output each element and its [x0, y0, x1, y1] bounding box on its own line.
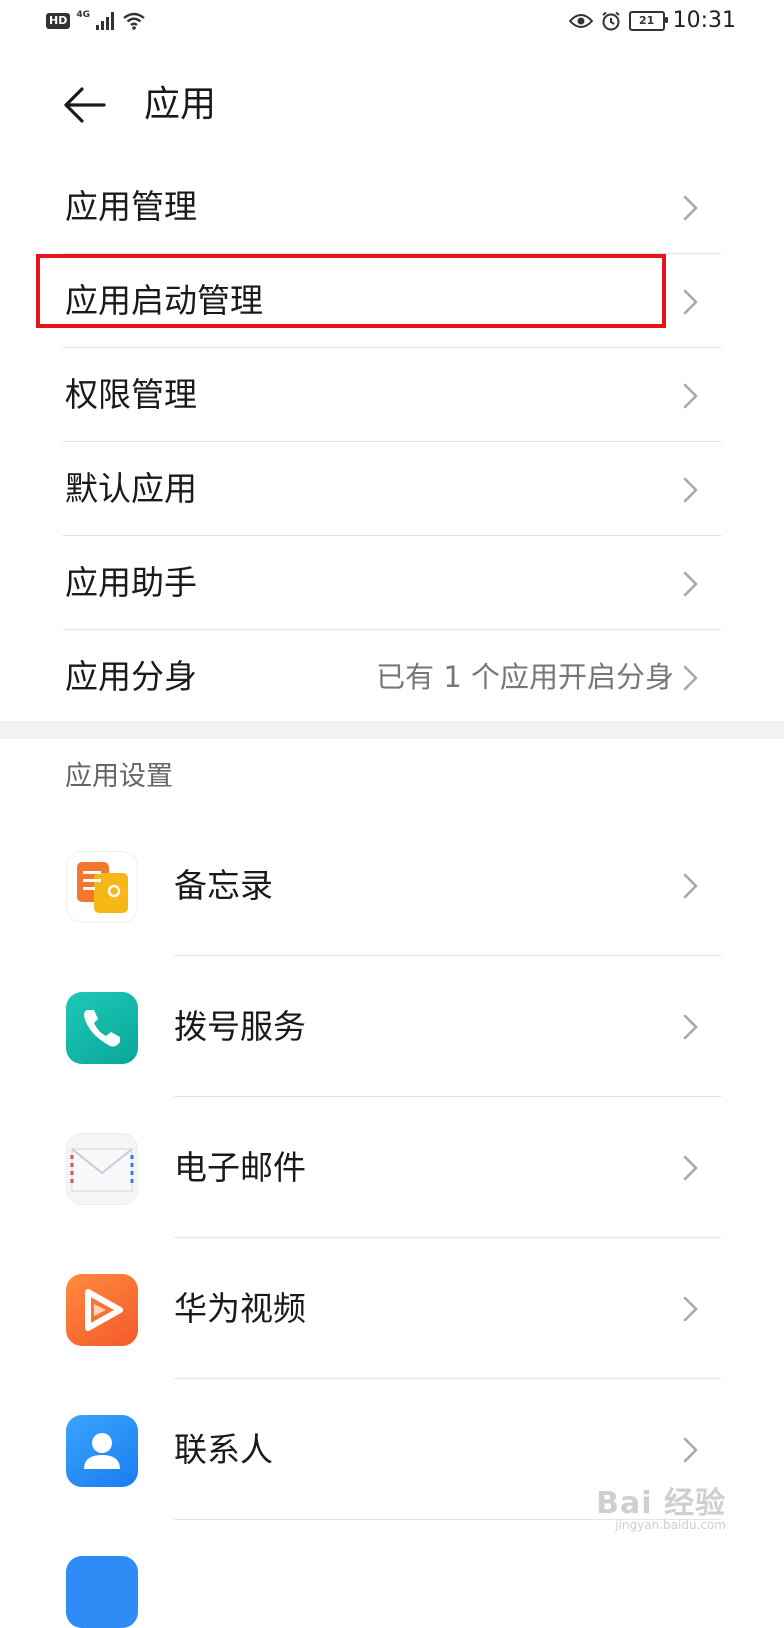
chevron-right-icon: [683, 665, 698, 691]
clock: 10:31: [672, 8, 736, 33]
page-title: 应用: [144, 84, 217, 125]
chevron-right-icon: [683, 477, 698, 503]
chevron-right-icon: [683, 1155, 698, 1181]
contacts-icon: [66, 1415, 138, 1487]
menu-item-label: 应用管理: [65, 187, 197, 226]
app-menu-list: 应用管理 应用启动管理 权限管理 默认应用 应用助手 应用分身 已有 1 个应用…: [0, 160, 784, 724]
video-icon: [66, 1274, 138, 1346]
app-item-label: 备忘录: [174, 866, 273, 905]
back-arrow-icon[interactable]: [62, 82, 108, 128]
chevron-right-icon: [683, 289, 698, 315]
menu-item-default-apps[interactable]: 默认应用: [0, 442, 784, 536]
partial-app-icon: [66, 1556, 138, 1628]
menu-item-label: 权限管理: [65, 375, 197, 414]
signal-icon: [96, 12, 114, 30]
menu-item-app-twin[interactable]: 应用分身 已有 1 个应用开启分身: [0, 630, 784, 724]
app-item-label: 电子邮件: [174, 1148, 306, 1187]
app-item-memo[interactable]: 备忘录: [0, 815, 784, 956]
section-separator: [0, 721, 784, 739]
chevron-right-icon: [683, 571, 698, 597]
status-right: 21 10:31: [568, 8, 736, 33]
chevron-right-icon: [683, 1437, 698, 1463]
app-item-email[interactable]: 电子邮件: [0, 1097, 784, 1238]
app-item-dialer[interactable]: 拨号服务: [0, 956, 784, 1097]
app-item-huawei-video[interactable]: 华为视频: [0, 1238, 784, 1379]
chevron-right-icon: [683, 383, 698, 409]
menu-item-app-launch[interactable]: 应用启动管理: [0, 254, 784, 348]
status-bar: HD 4G 21 10:31: [0, 0, 784, 48]
network-type: 4G: [76, 10, 90, 20]
hd-badge: HD: [46, 13, 71, 29]
wifi-icon: [123, 12, 145, 30]
chevron-right-icon: [683, 873, 698, 899]
alarm-icon: [601, 11, 620, 30]
menu-item-permissions[interactable]: 权限管理: [0, 348, 784, 442]
header: 应用: [0, 60, 784, 150]
app-item-label: 华为视频: [174, 1289, 306, 1328]
status-left: HD 4G: [46, 10, 146, 30]
menu-item-app-management[interactable]: 应用管理: [0, 160, 784, 254]
menu-item-label: 应用助手: [65, 563, 197, 602]
section-title-app-settings: 应用设置: [65, 761, 173, 792]
menu-item-label: 应用启动管理: [65, 281, 263, 320]
menu-item-app-assistant[interactable]: 应用助手: [0, 536, 784, 630]
chevron-right-icon: [683, 1296, 698, 1322]
menu-item-label: 默认应用: [65, 469, 197, 508]
battery-indicator: 21: [628, 10, 668, 31]
mail-icon: [66, 1133, 138, 1205]
chevron-right-icon: [683, 195, 698, 221]
app-item-label: 拨号服务: [174, 1007, 306, 1046]
app-item-label: 联系人: [174, 1430, 273, 1469]
watermark-url: jingyan.baidu.com: [615, 1518, 726, 1532]
chevron-right-icon: [683, 1014, 698, 1040]
notepad-icon: [66, 851, 138, 923]
menu-item-value: 已有 1 个应用开启分身: [376, 660, 674, 694]
app-settings-list: 备忘录 拨号服务 电子邮件 华为视频 联系人: [0, 815, 784, 1520]
menu-item-label: 应用分身: [65, 657, 197, 696]
battery-level: 21: [638, 14, 655, 27]
eye-comfort-icon: [568, 13, 593, 28]
watermark-logo: Bai 经验: [596, 1486, 726, 1521]
phone-icon: [66, 992, 138, 1064]
